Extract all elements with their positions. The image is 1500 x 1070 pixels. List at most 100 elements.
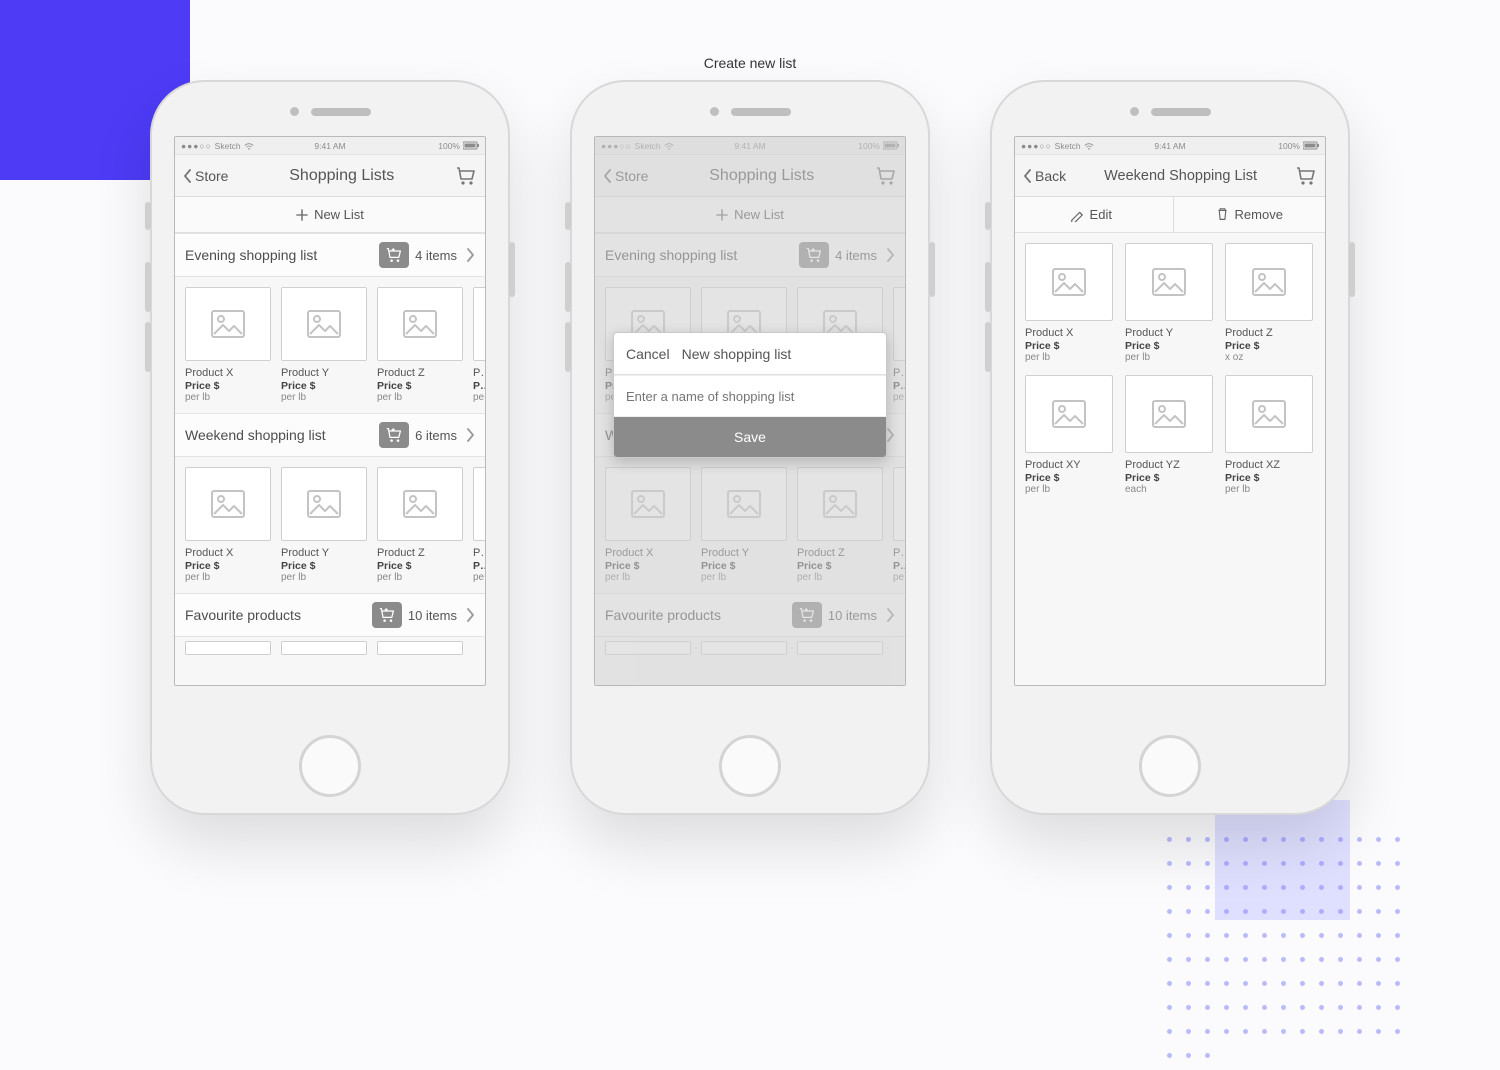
new-list-label: New List <box>314 207 364 222</box>
list-row[interactable]: Evening shopping list 4 items <box>595 233 905 277</box>
product-price: Price $ <box>1025 472 1113 484</box>
product-unit: per lb <box>1125 352 1213 363</box>
product-price: Price $ <box>797 560 883 572</box>
product-price: Price $ <box>1225 340 1313 352</box>
product-price: Price $ <box>185 560 271 572</box>
list-row[interactable]: Favourite products 10 items <box>595 593 905 637</box>
product-card[interactable]: Product Z Price $ per lb <box>377 467 463 583</box>
product-card[interactable]: Product Y Price $ per lb <box>281 467 367 583</box>
product-unit: per lb <box>1025 352 1113 363</box>
product-card[interactable]: Product Y Price $ per lb <box>281 287 367 403</box>
new-list-button[interactable]: New List <box>595 197 905 233</box>
back-button[interactable]: Store <box>603 168 648 184</box>
list-row[interactable]: Favourite products 10 items <box>175 593 485 637</box>
add-all-to-cart-button[interactable] <box>379 242 409 268</box>
plus-icon <box>716 209 728 221</box>
product-price: Price $ <box>281 560 367 572</box>
new-list-button[interactable]: New List <box>175 197 485 233</box>
product-card[interactable]: Product XZ Price $ per lb <box>1225 375 1313 495</box>
product-card[interactable]: Product Z Price $ per lb <box>797 467 883 583</box>
product-strip[interactable]: Product X Price $ per lb Product Y Price… <box>595 457 905 593</box>
image-placeholder-icon <box>1225 243 1313 321</box>
image-placeholder-icon <box>1025 375 1113 453</box>
image-placeholder-icon <box>185 467 271 541</box>
product-card[interactable]: Product X Price $ per lb <box>185 287 271 403</box>
home-button[interactable] <box>299 735 361 797</box>
nav-bar: Store Shopping Lists <box>595 155 905 197</box>
product-card[interactable]: Product Z Price $ x oz <box>1225 243 1313 363</box>
phone-mockup-3: ●●●○○Sketch 9:41 AM 100% Back Weekend Sh… <box>990 80 1350 815</box>
product-card[interactable]: Product XY Price $ per lb <box>1025 375 1113 495</box>
phone-mockup-2: ●●●○○Sketch 9:41 AM 100% Store Shopping … <box>570 80 930 815</box>
product-name: P… <box>893 367 905 379</box>
product-card[interactable]: Product YZ Price $ each <box>1125 375 1213 495</box>
product-name: Product Z <box>377 547 463 559</box>
product-card[interactable]: Product X Price $ per lb <box>1025 243 1113 363</box>
product-card[interactable]: P… P… pe <box>473 287 485 403</box>
product-strip[interactable] <box>175 637 485 661</box>
list-name: Favourite products <box>605 607 786 623</box>
chevron-left-icon <box>1023 169 1033 183</box>
product-card[interactable]: P… P… pe <box>893 287 905 403</box>
cart-icon[interactable] <box>875 166 897 186</box>
home-button[interactable] <box>719 735 781 797</box>
product-card[interactable]: P… P… pe <box>893 467 905 583</box>
product-card[interactable]: Product Y Price $ per lb <box>1125 243 1213 363</box>
product-strip[interactable] <box>595 637 905 661</box>
product-name: Product X <box>605 547 691 559</box>
image-placeholder-icon <box>281 287 367 361</box>
cart-icon[interactable] <box>455 166 477 186</box>
list-name: Evening shopping list <box>185 247 373 263</box>
statusbar: ●●●○○Sketch 9:41 AM 100% <box>1015 137 1325 155</box>
cancel-button[interactable]: Cancel <box>614 346 682 362</box>
list-name: Evening shopping list <box>605 247 793 263</box>
back-label: Store <box>195 168 228 184</box>
product-card[interactable]: Product Y Price $ per lb <box>701 467 787 583</box>
add-all-to-cart-button[interactable] <box>379 422 409 448</box>
product-price: Price $ <box>1225 472 1313 484</box>
product-card[interactable]: Product X Price $ per lb <box>185 467 271 583</box>
product-name: Product X <box>185 547 271 559</box>
screen-3: ●●●○○Sketch 9:41 AM 100% Back Weekend Sh… <box>1014 136 1326 686</box>
screen-2: ●●●○○Sketch 9:41 AM 100% Store Shopping … <box>594 136 906 686</box>
back-button[interactable]: Back <box>1023 168 1066 184</box>
product-unit: per lb <box>185 572 271 583</box>
product-name: Product XY <box>1025 459 1113 471</box>
product-strip[interactable]: Product X Price $ per lb Product Y Price… <box>175 457 485 593</box>
add-all-to-cart-button[interactable] <box>372 602 402 628</box>
product-unit: per lb <box>185 392 271 403</box>
pencil-icon <box>1070 208 1084 222</box>
product-unit: per lb <box>1025 484 1113 495</box>
product-name: Product XZ <box>1225 459 1313 471</box>
list-row[interactable]: Weekend shopping list 6 items <box>175 413 485 457</box>
product-name: Product Z <box>377 367 463 379</box>
product-card[interactable]: P… P… pe <box>473 467 485 583</box>
product-card[interactable]: Product X Price $ per lb <box>605 467 691 583</box>
image-placeholder-icon <box>1225 375 1313 453</box>
add-all-to-cart-button[interactable] <box>799 242 829 268</box>
list-count: 6 items <box>415 428 457 443</box>
image-placeholder-icon <box>377 287 463 361</box>
add-all-to-cart-button[interactable] <box>792 602 822 628</box>
statusbar: ●●●○○Sketch 9:41 AM 100% <box>175 137 485 155</box>
product-strip[interactable]: Product X Price $ per lb Product Y Price… <box>175 277 485 413</box>
home-button[interactable] <box>1139 735 1201 797</box>
modal-title: New shopping list <box>682 346 886 362</box>
product-price: Price $ <box>605 560 691 572</box>
back-button[interactable]: Store <box>183 168 228 184</box>
new-list-label: New List <box>734 207 784 222</box>
product-card[interactable]: Product Z Price $ per lb <box>377 287 463 403</box>
image-placeholder-icon <box>473 467 485 541</box>
product-price: Price $ <box>377 380 463 392</box>
list-name: Weekend shopping list <box>185 427 373 443</box>
edit-button[interactable]: Edit <box>1015 197 1167 232</box>
list-row[interactable]: Evening shopping list 4 items <box>175 233 485 277</box>
product-unit: pe <box>893 392 905 403</box>
product-unit: each <box>1125 484 1213 495</box>
remove-button[interactable]: Remove <box>1173 197 1326 232</box>
cart-icon[interactable] <box>1295 166 1317 186</box>
product-unit: pe <box>473 572 485 583</box>
save-button[interactable]: Save <box>614 417 886 457</box>
list-name-input[interactable] <box>614 376 886 416</box>
product-name: Product X <box>185 367 271 379</box>
